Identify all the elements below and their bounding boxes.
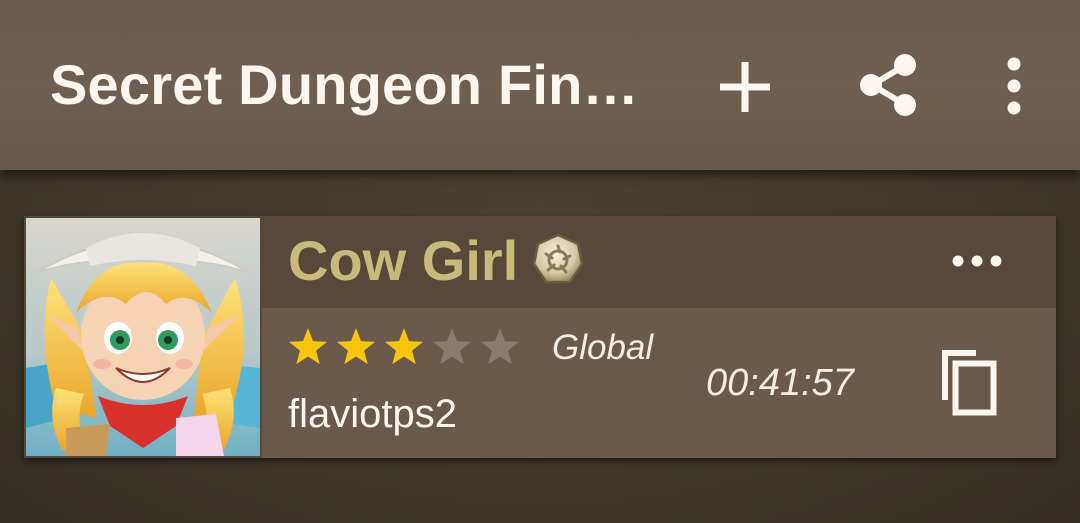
monster-portrait [26, 218, 260, 456]
star-empty-icon [480, 328, 520, 365]
dungeon-card[interactable]: Cow Girl Global flaviotps2 00:41:57 [24, 216, 1056, 458]
more-horiz-icon[interactable] [948, 246, 1006, 276]
star-filled-icon [288, 328, 328, 365]
star-filled-icon [384, 328, 424, 365]
app-title: Secret Dungeon Finder [50, 53, 650, 116]
star-rating [288, 328, 520, 365]
share-icon[interactable] [856, 52, 922, 118]
plus-icon[interactable] [714, 56, 776, 118]
monster-name: Cow Girl [288, 229, 519, 292]
region-label: Global [552, 328, 654, 367]
timer: 00:41:57 [706, 362, 854, 404]
wind-element-icon [532, 233, 584, 284]
username: flaviotps2 [288, 392, 457, 436]
star-empty-icon [432, 328, 472, 365]
copy-icon[interactable] [936, 346, 1000, 418]
star-filled-icon [336, 328, 376, 365]
more-vert-icon[interactable] [994, 55, 1034, 117]
app-bar: Secret Dungeon Finder [0, 0, 1080, 170]
